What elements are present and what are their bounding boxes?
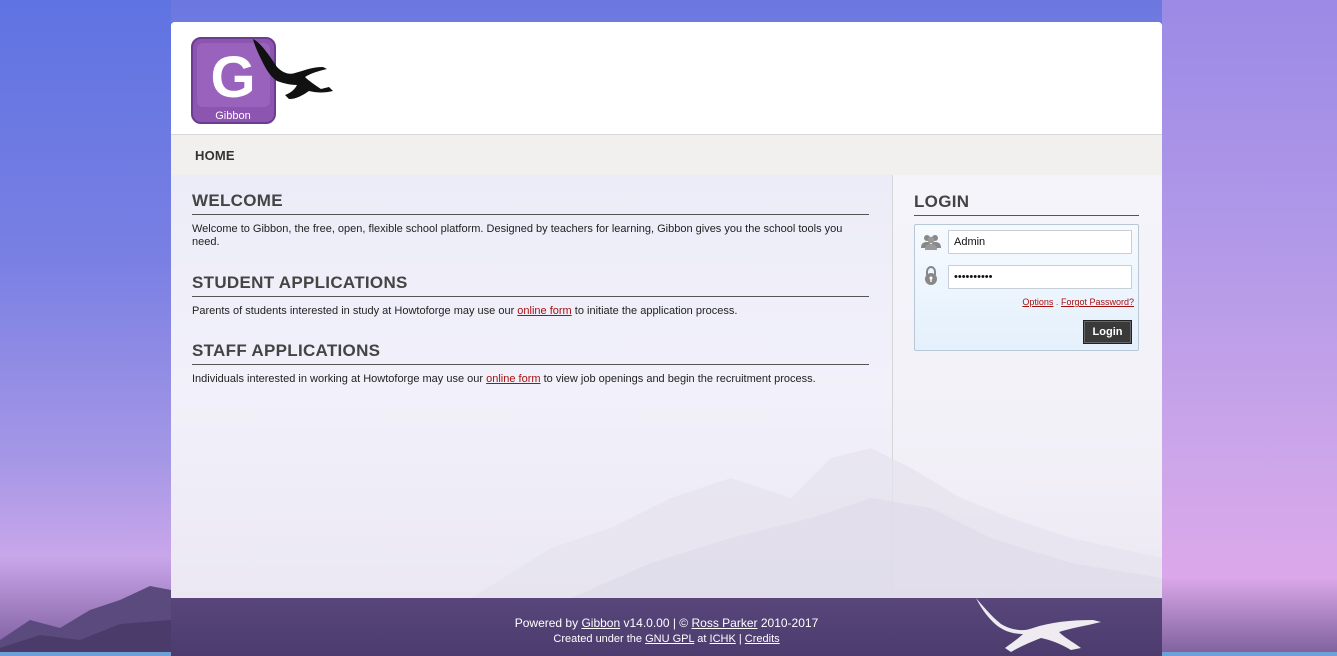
footer-years: 2010-2017 bbox=[757, 616, 819, 630]
staff-online-form-link[interactable]: online form bbox=[486, 373, 540, 385]
login-title-wrap: LOGIN bbox=[914, 192, 1139, 216]
staff-applications-text: Individuals interested in working at How… bbox=[192, 373, 869, 386]
welcome-text: Welcome to Gibbon, the free, open, flexi… bbox=[192, 223, 843, 248]
student-text-after: to initiate the application process. bbox=[571, 305, 738, 317]
links-separator: . bbox=[1055, 297, 1059, 307]
footer-version: v14.0.00 | © bbox=[620, 616, 692, 630]
staff-applications-heading: STAFF APPLICATIONS bbox=[192, 341, 869, 365]
student-text-before: Parents of students interested in study … bbox=[192, 305, 518, 317]
users-icon bbox=[921, 235, 941, 250]
footer: Powered by Gibbon v14.0.00 | © Ross Park… bbox=[171, 598, 1162, 656]
background-right bbox=[1162, 0, 1337, 656]
footer-gibbon-link[interactable]: Gibbon bbox=[581, 616, 620, 630]
main-content: WELCOME Welcome to Gibbon, the free, ope… bbox=[171, 175, 893, 598]
footer-org-link[interactable]: ICHK bbox=[710, 633, 736, 645]
staff-text-after: to view job openings and begin the recru… bbox=[540, 373, 816, 385]
lock-icon bbox=[925, 266, 937, 285]
nav-home-link[interactable]: HOME bbox=[195, 148, 235, 163]
login-form: Options . Forgot Password? Login bbox=[914, 224, 1139, 351]
svg-text:Gibbon: Gibbon bbox=[215, 110, 250, 122]
login-button[interactable]: Login bbox=[1083, 320, 1132, 344]
login-heading: LOGIN bbox=[914, 192, 1139, 216]
staff-text-before: Individuals interested in working at How… bbox=[192, 373, 487, 385]
footer-pipe: | bbox=[735, 633, 745, 645]
student-applications-section: STUDENT APPLICATIONS Parents of students… bbox=[192, 273, 869, 318]
header: G Gibbon bbox=[171, 22, 1162, 135]
staff-applications-section: STAFF APPLICATIONS Individuals intereste… bbox=[192, 341, 869, 386]
login-links: Options . Forgot Password? bbox=[1022, 297, 1134, 307]
gibbon-logo[interactable]: G Gibbon bbox=[191, 37, 341, 125]
student-applications-heading: STUDENT APPLICATIONS bbox=[192, 273, 869, 297]
footer-license-link[interactable]: GNU GPL bbox=[645, 633, 694, 645]
welcome-heading: WELCOME bbox=[192, 191, 869, 215]
footer-line-1: Powered by Gibbon v14.0.00 | © Ross Park… bbox=[171, 616, 1162, 630]
footer-at: at bbox=[694, 633, 710, 645]
main-nav: HOME bbox=[171, 135, 1162, 176]
password-input[interactable] bbox=[948, 265, 1132, 289]
student-applications-text: Parents of students interested in study … bbox=[192, 305, 869, 318]
username-input[interactable] bbox=[948, 230, 1132, 254]
background-left bbox=[0, 0, 171, 656]
footer-credits-link[interactable]: Credits bbox=[745, 633, 780, 645]
student-online-form-link[interactable]: online form bbox=[517, 305, 571, 317]
forgot-password-link[interactable]: Forgot Password? bbox=[1061, 297, 1134, 307]
svg-text:G: G bbox=[210, 45, 255, 110]
options-link[interactable]: Options bbox=[1022, 297, 1053, 307]
welcome-section: WELCOME Welcome to Gibbon, the free, ope… bbox=[192, 191, 869, 249]
footer-powered-by: Powered by bbox=[514, 616, 582, 630]
footer-line-2: Created under the GNU GPL at ICHK | Cred… bbox=[171, 633, 1162, 645]
page-container: G Gibbon HOME WELCOME Welcome to Gibbon,… bbox=[171, 22, 1162, 598]
footer-created-under: Created under the bbox=[553, 633, 646, 645]
mountain-silhouette bbox=[0, 586, 171, 656]
footer-author-link[interactable]: Ross Parker bbox=[691, 616, 757, 630]
sidebar: LOGIN Options . Forgot Pass bbox=[893, 175, 1162, 598]
